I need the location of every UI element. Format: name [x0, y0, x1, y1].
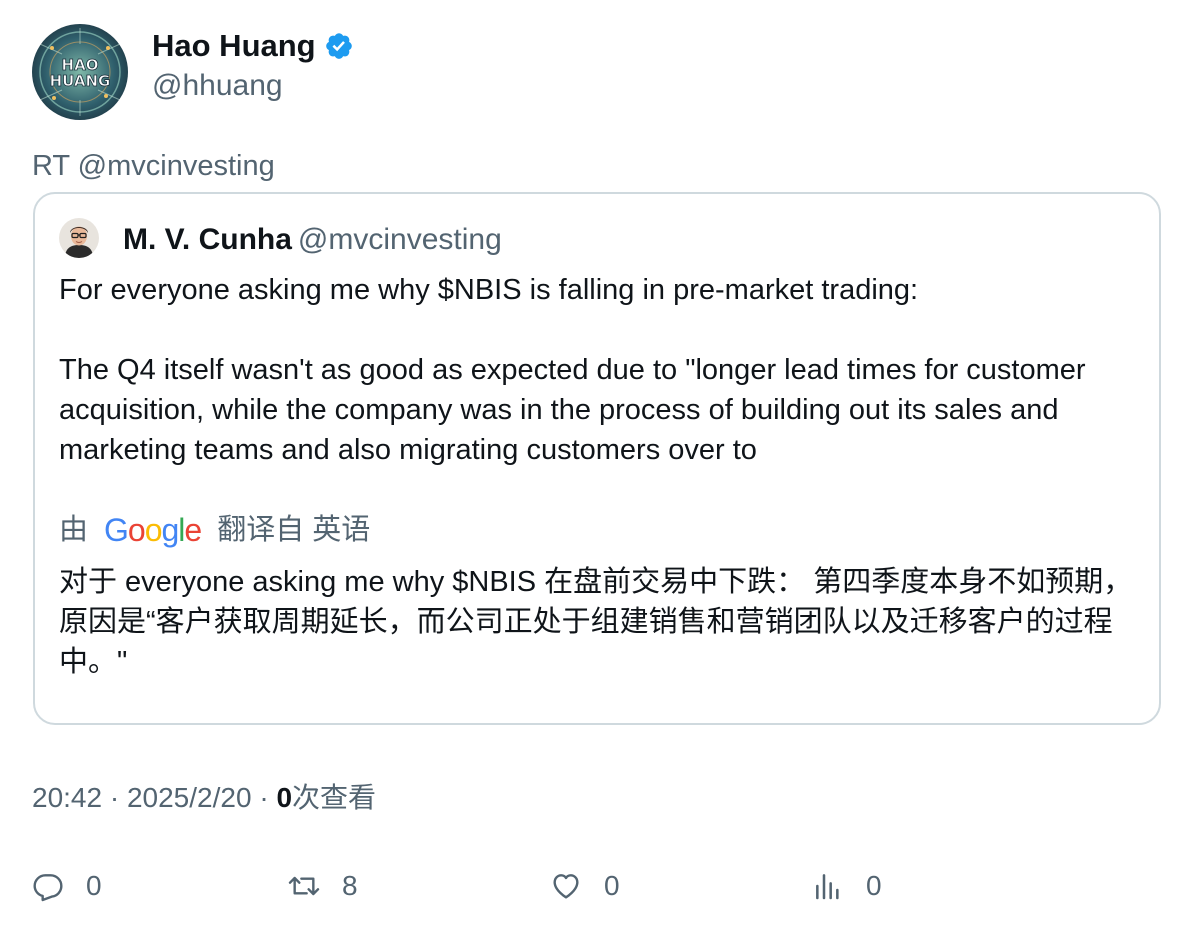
retweet-count: 8 [342, 870, 358, 901]
views-action-count: 0 [866, 870, 882, 901]
tweet-meta: 20:42 · 2025/2/20 · 0次查看 [32, 778, 376, 818]
reply-button[interactable]: 0 [32, 864, 102, 908]
quoted-tweet-card[interactable]: M. V. Cunha @mvcinvesting For everyone as… [33, 192, 1161, 725]
avatar-text-line2: HUANG [50, 72, 111, 90]
views-label: 次查看 [292, 782, 377, 813]
views-button[interactable]: 0 [812, 864, 882, 908]
quoted-tweet-text: For everyone asking me why $NBIS is fall… [59, 274, 1086, 466]
translated-tweet-text: 对于 everyone asking me why $NBIS 在盘前交易中下跌… [59, 566, 1133, 678]
translation-by-label: 由 [59, 514, 89, 546]
author-avatar[interactable]: HAO HUANG [32, 24, 128, 120]
views-count: 0 [276, 782, 293, 813]
retweet-icon [288, 876, 320, 896]
like-count: 0 [604, 870, 620, 901]
meta-separator: · [109, 782, 120, 813]
author-display-name[interactable]: Hao Huang [152, 26, 316, 66]
bar-chart-icon [816, 874, 839, 900]
quoted-author-row: M. V. Cunha @mvcinvesting [123, 218, 502, 262]
like-button[interactable]: 0 [550, 864, 620, 908]
tweet-time[interactable]: 20:42 [32, 782, 102, 813]
author-name-row[interactable]: Hao Huang [152, 26, 354, 66]
google-logo: Google [104, 512, 202, 548]
translated-from-label[interactable]: 翻译自 英语 [217, 508, 370, 552]
tweet-date[interactable]: 2025/2/20 [127, 782, 252, 813]
reply-count: 0 [86, 870, 102, 901]
action-bar: 0 8 0 0 [32, 864, 1162, 908]
quoted-author-avatar[interactable] [59, 218, 99, 258]
reply-icon [33, 874, 63, 902]
quoted-author-handle[interactable]: @mvcinvesting [298, 223, 502, 256]
heart-icon [553, 874, 579, 899]
retweet-prefix-text: RT @mvcinvesting [32, 150, 275, 182]
translation-attribution: 由 Google 翻译自 英语 [59, 508, 370, 552]
retweet-button[interactable]: 8 [288, 864, 358, 908]
verified-badge-icon [324, 31, 354, 61]
meta-separator-2: · [259, 782, 269, 813]
author-handle[interactable]: @hhuang [152, 66, 283, 106]
quoted-author-name[interactable]: M. V. Cunha [123, 223, 292, 256]
